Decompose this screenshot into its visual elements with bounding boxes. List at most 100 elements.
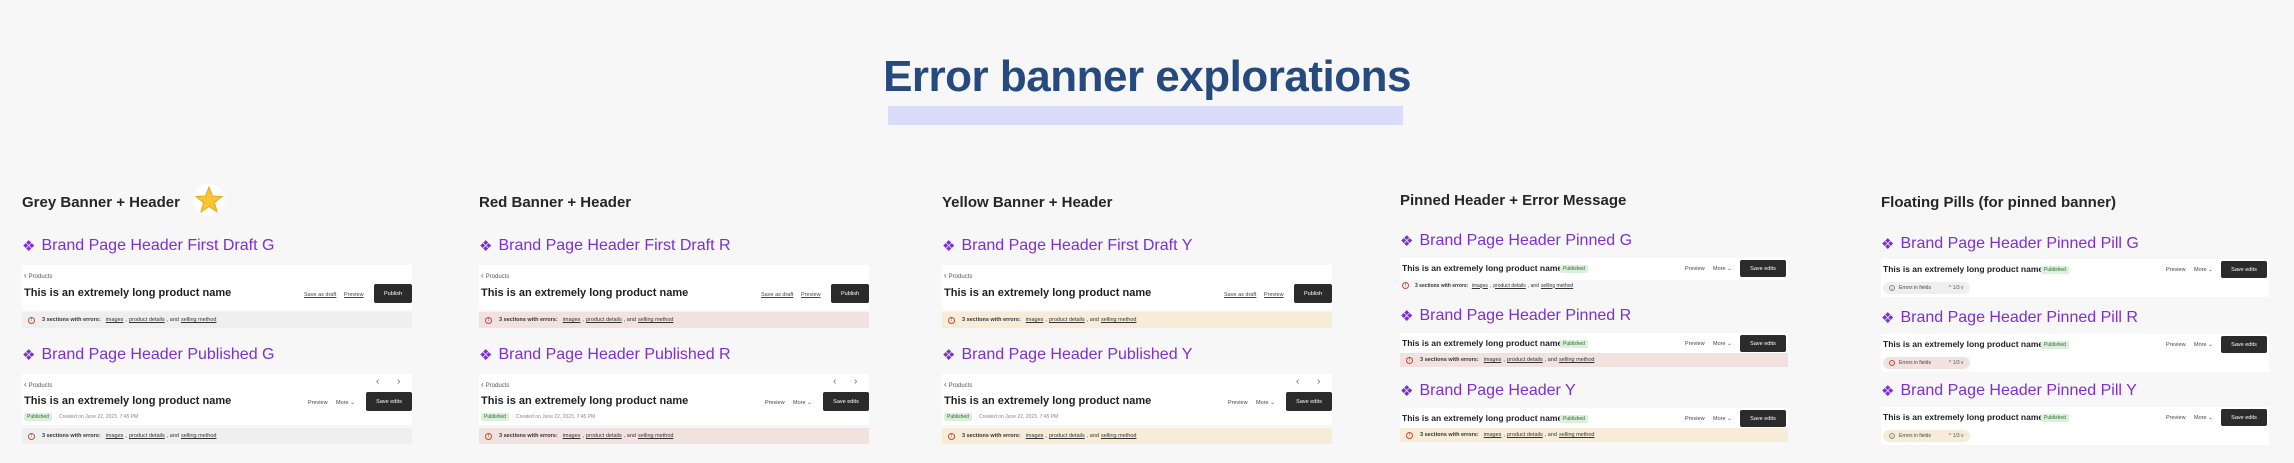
breadcrumb[interactable]: ‹ Products xyxy=(481,271,509,280)
selling-method-link[interactable]: selling method xyxy=(1101,433,1136,439)
save-edits-button[interactable]: Save edits xyxy=(1740,410,1786,427)
chevron-down-icon: ⌄ xyxy=(350,400,355,406)
images-link[interactable]: images xyxy=(563,433,581,439)
preview-link[interactable]: Preview xyxy=(801,292,821,298)
preview-link[interactable]: Preview xyxy=(344,292,364,298)
images-link[interactable]: images xyxy=(1026,433,1044,439)
product-details-link[interactable]: product details xyxy=(1493,283,1526,289)
pill-nav[interactable]: ^ 1/3 v xyxy=(1949,285,1964,291)
error-circle-icon: ! xyxy=(28,432,35,440)
preview-link[interactable]: Preview xyxy=(1685,341,1705,347)
product-details-link[interactable]: product details xyxy=(586,433,622,439)
product-details-link[interactable]: product details xyxy=(586,317,622,323)
save-edits-button[interactable]: Save edits xyxy=(2221,336,2267,353)
selling-method-link[interactable]: selling method xyxy=(1541,283,1573,289)
images-link[interactable]: images xyxy=(1026,317,1044,323)
component-title: ❖ Brand Page Header Pinned R xyxy=(1400,307,1632,325)
preview-link[interactable]: Preview xyxy=(2166,415,2186,421)
preview-link[interactable]: Preview xyxy=(1685,266,1705,272)
chevron-down-icon: ⌄ xyxy=(2208,415,2213,421)
more-dropdown[interactable]: More ⌄ xyxy=(1713,266,1732,272)
created-date: Created on June 22, 2023, 7:45 PM xyxy=(59,414,139,420)
error-circle-icon: ! xyxy=(1406,431,1413,439)
more-dropdown[interactable]: More ⌄ xyxy=(1713,341,1732,347)
pill-nav[interactable]: ^ 1/3 v xyxy=(1949,360,1964,366)
product-details-link[interactable]: product details xyxy=(1049,317,1085,323)
breadcrumb[interactable]: ‹ Products xyxy=(944,380,972,389)
preview-link[interactable]: Preview xyxy=(2166,267,2186,273)
component-title: ❖ Brand Page Header Published G xyxy=(22,346,275,364)
created-date: Created on June 22, 2023, 7:45 PM xyxy=(516,414,596,420)
product-details-link[interactable]: product details xyxy=(129,433,165,439)
product-details-link[interactable]: product details xyxy=(129,317,165,323)
publish-button[interactable]: Publish xyxy=(374,284,412,303)
selling-method-link[interactable]: selling method xyxy=(638,317,673,323)
status-badge: Published xyxy=(24,413,52,421)
images-link[interactable]: images xyxy=(106,317,124,323)
error-banner: ! 3 sections with errors: images, produc… xyxy=(479,312,869,328)
save-edits-button[interactable]: Save edits xyxy=(366,392,412,411)
chevron-down-icon: ⌄ xyxy=(1727,341,1732,347)
save-edits-button[interactable]: Save edits xyxy=(2221,409,2267,426)
selling-method-link[interactable]: selling method xyxy=(1559,357,1594,363)
more-dropdown[interactable]: More ⌄ xyxy=(1256,400,1275,406)
save-edits-button[interactable]: Save edits xyxy=(2221,261,2267,278)
pill-nav[interactable]: ^ 1/3 v xyxy=(1949,433,1964,439)
publish-button[interactable]: Publish xyxy=(831,284,869,303)
next-arrow-icon[interactable]: › xyxy=(854,376,857,387)
prev-arrow-icon[interactable]: ‹ xyxy=(376,376,379,387)
save-as-draft-link[interactable]: Save as draft xyxy=(304,292,336,298)
images-link[interactable]: images xyxy=(106,433,124,439)
product-name: This is an extremely long product name xyxy=(1883,412,2044,422)
more-dropdown[interactable]: More ⌄ xyxy=(2194,415,2213,421)
product-details-link[interactable]: product details xyxy=(1507,432,1543,438)
next-arrow-icon[interactable]: › xyxy=(397,376,400,387)
diamond-icon: ❖ xyxy=(22,238,36,255)
publish-button[interactable]: Publish xyxy=(1294,284,1332,303)
selling-method-link[interactable]: selling method xyxy=(638,433,673,439)
title-highlight xyxy=(888,106,1403,125)
prev-arrow-icon[interactable]: ‹ xyxy=(1296,376,1299,387)
more-dropdown[interactable]: More ⌄ xyxy=(793,400,812,406)
breadcrumb[interactable]: ‹ Products xyxy=(24,380,52,389)
images-link[interactable]: images xyxy=(563,317,581,323)
product-details-link[interactable]: product details xyxy=(1507,357,1543,363)
breadcrumb[interactable]: ‹ Products xyxy=(944,271,972,280)
save-edits-button[interactable]: Save edits xyxy=(1740,335,1786,352)
selling-method-link[interactable]: selling method xyxy=(181,317,216,323)
more-dropdown[interactable]: More ⌄ xyxy=(336,400,355,406)
error-pill[interactable]: ! Errors in fields ^ 1/3 v xyxy=(1883,357,1970,369)
save-edits-button[interactable]: Save edits xyxy=(1740,260,1786,277)
product-details-link[interactable]: product details xyxy=(1049,433,1085,439)
error-circle-icon: ! xyxy=(1402,282,1409,289)
selling-method-link[interactable]: selling method xyxy=(181,433,216,439)
breadcrumb[interactable]: ‹ Products xyxy=(481,380,509,389)
save-as-draft-link[interactable]: Save as draft xyxy=(1224,292,1256,298)
error-pill[interactable]: ! Errors in fields ^ 1/3 v xyxy=(1883,430,1970,442)
chevron-down-icon: ⌄ xyxy=(1727,416,1732,422)
component-title: ❖ Brand Page Header Pinned Pill R xyxy=(1881,309,2138,327)
preview-link[interactable]: Preview xyxy=(308,400,328,406)
save-edits-button[interactable]: Save edits xyxy=(1286,392,1332,411)
header-card: ‹ Products ‹ › This is an extremely long … xyxy=(942,374,1332,425)
prev-arrow-icon[interactable]: ‹ xyxy=(833,376,836,387)
preview-link[interactable]: Preview xyxy=(2166,342,2186,348)
more-dropdown[interactable]: More ⌄ xyxy=(2194,342,2213,348)
preview-link[interactable]: Preview xyxy=(1264,292,1284,298)
next-arrow-icon[interactable]: › xyxy=(1317,376,1320,387)
images-link[interactable]: images xyxy=(1484,357,1502,363)
chevron-down-icon: ⌄ xyxy=(807,400,812,406)
images-link[interactable]: images xyxy=(1484,432,1502,438)
selling-method-link[interactable]: selling method xyxy=(1101,317,1136,323)
selling-method-link[interactable]: selling method xyxy=(1559,432,1594,438)
images-link[interactable]: images xyxy=(1472,283,1488,289)
more-dropdown[interactable]: More ⌄ xyxy=(1713,416,1732,422)
preview-link[interactable]: Preview xyxy=(1228,400,1248,406)
preview-link[interactable]: Preview xyxy=(765,400,785,406)
preview-link[interactable]: Preview xyxy=(1685,416,1705,422)
save-edits-button[interactable]: Save edits xyxy=(823,392,869,411)
error-pill[interactable]: ! Errors in fields ^ 1/3 v xyxy=(1883,282,1970,294)
save-as-draft-link[interactable]: Save as draft xyxy=(761,292,793,298)
breadcrumb[interactable]: ‹ Products xyxy=(24,271,52,280)
more-dropdown[interactable]: More ⌄ xyxy=(2194,267,2213,273)
